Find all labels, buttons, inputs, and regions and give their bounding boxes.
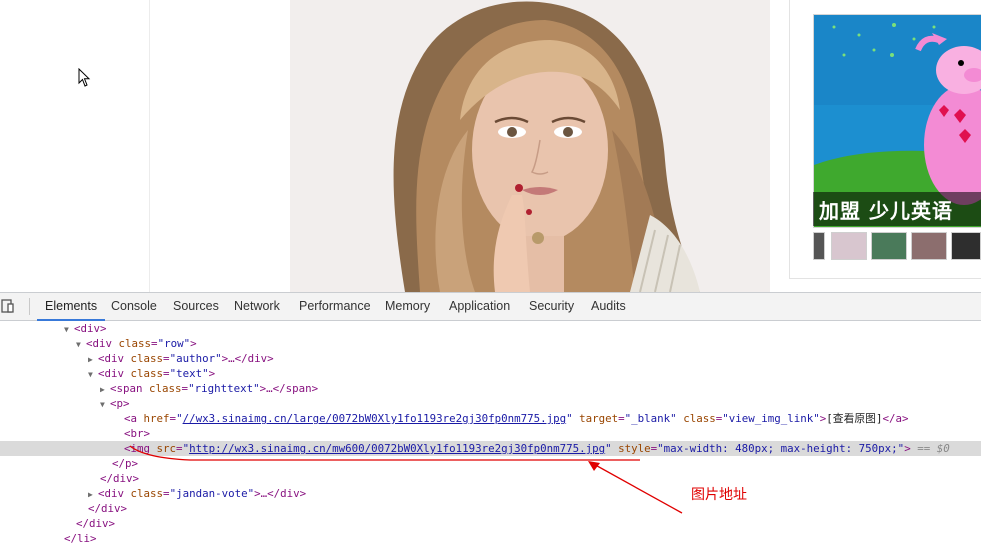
tab-console[interactable]: Console: [111, 293, 157, 320]
dom-node[interactable]: </p>: [0, 456, 981, 471]
tab-memory[interactable]: Memory: [385, 293, 430, 320]
dom-node[interactable]: ▼ <div class="row">: [0, 336, 981, 351]
dom-node[interactable]: ▼ <div>: [0, 321, 981, 336]
tab-separator: [29, 298, 30, 315]
dom-node[interactable]: </li>: [0, 531, 981, 546]
post-image[interactable]: [290, 0, 770, 292]
dom-node[interactable]: <br>: [0, 426, 981, 441]
collapse-triangle-icon[interactable]: ▼: [76, 337, 86, 352]
ad-thumbnail[interactable]: [911, 232, 947, 260]
ad-caption[interactable]: 加盟 少儿英语: [813, 192, 981, 226]
dom-node[interactable]: ▼ <p>: [0, 396, 981, 411]
expand-triangle-icon[interactable]: ▶: [100, 382, 110, 397]
dom-node[interactable]: ▶ <div class="author">…</div>: [0, 351, 981, 366]
dom-node[interactable]: </div>: [0, 516, 981, 531]
tab-performance[interactable]: Performance: [299, 293, 371, 320]
dom-node[interactable]: </div>: [0, 501, 981, 516]
web-page: 加盟 少儿英语: [0, 0, 981, 292]
ad-thumbnail[interactable]: [951, 232, 981, 260]
expand-triangle-icon[interactable]: ▶: [88, 352, 98, 367]
tab-elements[interactable]: Elements: [36, 293, 106, 321]
dom-href-link[interactable]: //wx3.sinaimg.cn/large/0072bW0Xly1fo1193…: [183, 412, 567, 425]
dom-src-link[interactable]: http://wx3.sinaimg.cn/mw600/0072bW0Xly1f…: [189, 442, 605, 455]
ad-thumbnail[interactable]: [831, 232, 867, 260]
dom-node[interactable]: </div>: [0, 471, 981, 486]
tab-application[interactable]: Application: [449, 293, 510, 320]
device-toolbar-icon[interactable]: [1, 298, 19, 314]
tab-network[interactable]: Network: [234, 293, 280, 320]
collapse-triangle-icon[interactable]: ▼: [64, 322, 74, 337]
elements-dom-tree: ▼ <div> ▼ <div class="row"> ▶ <div class="a…: [0, 321, 981, 551]
dom-node[interactable]: ▼ <div class="text">: [0, 366, 981, 381]
dom-node[interactable]: ▶ <div class="jandan-vote">…</div>: [0, 486, 981, 501]
mouse-cursor-icon: [78, 68, 91, 87]
tab-audits[interactable]: Audits: [591, 293, 626, 320]
ad-caption-text: 加盟 少儿英语: [819, 199, 953, 223]
dom-node[interactable]: ▶ <span class="righttext">…</span>: [0, 381, 981, 396]
dom-node-selected[interactable]: <img src="http://wx3.sinaimg.cn/mw600/00…: [0, 441, 981, 456]
dom-node[interactable]: <a href="//wx3.sinaimg.cn/large/0072bW0X…: [0, 411, 981, 426]
portrait-photo: [290, 0, 770, 292]
devtools-panel: Elements Console Sources Network Perform…: [0, 292, 981, 551]
column-divider: [149, 0, 150, 292]
ad-thumbnail[interactable]: [871, 232, 907, 260]
annotation-label: 图片地址: [691, 487, 747, 503]
collapse-triangle-icon[interactable]: ▼: [100, 397, 110, 412]
collapse-triangle-icon[interactable]: ▼: [88, 367, 98, 382]
tab-security[interactable]: Security: [529, 293, 574, 320]
tab-sources[interactable]: Sources: [173, 293, 219, 320]
expand-triangle-icon[interactable]: ▶: [88, 487, 98, 502]
ad-thumbnail[interactable]: [813, 232, 825, 260]
devtools-tabbar: Elements Console Sources Network Perform…: [0, 293, 981, 321]
